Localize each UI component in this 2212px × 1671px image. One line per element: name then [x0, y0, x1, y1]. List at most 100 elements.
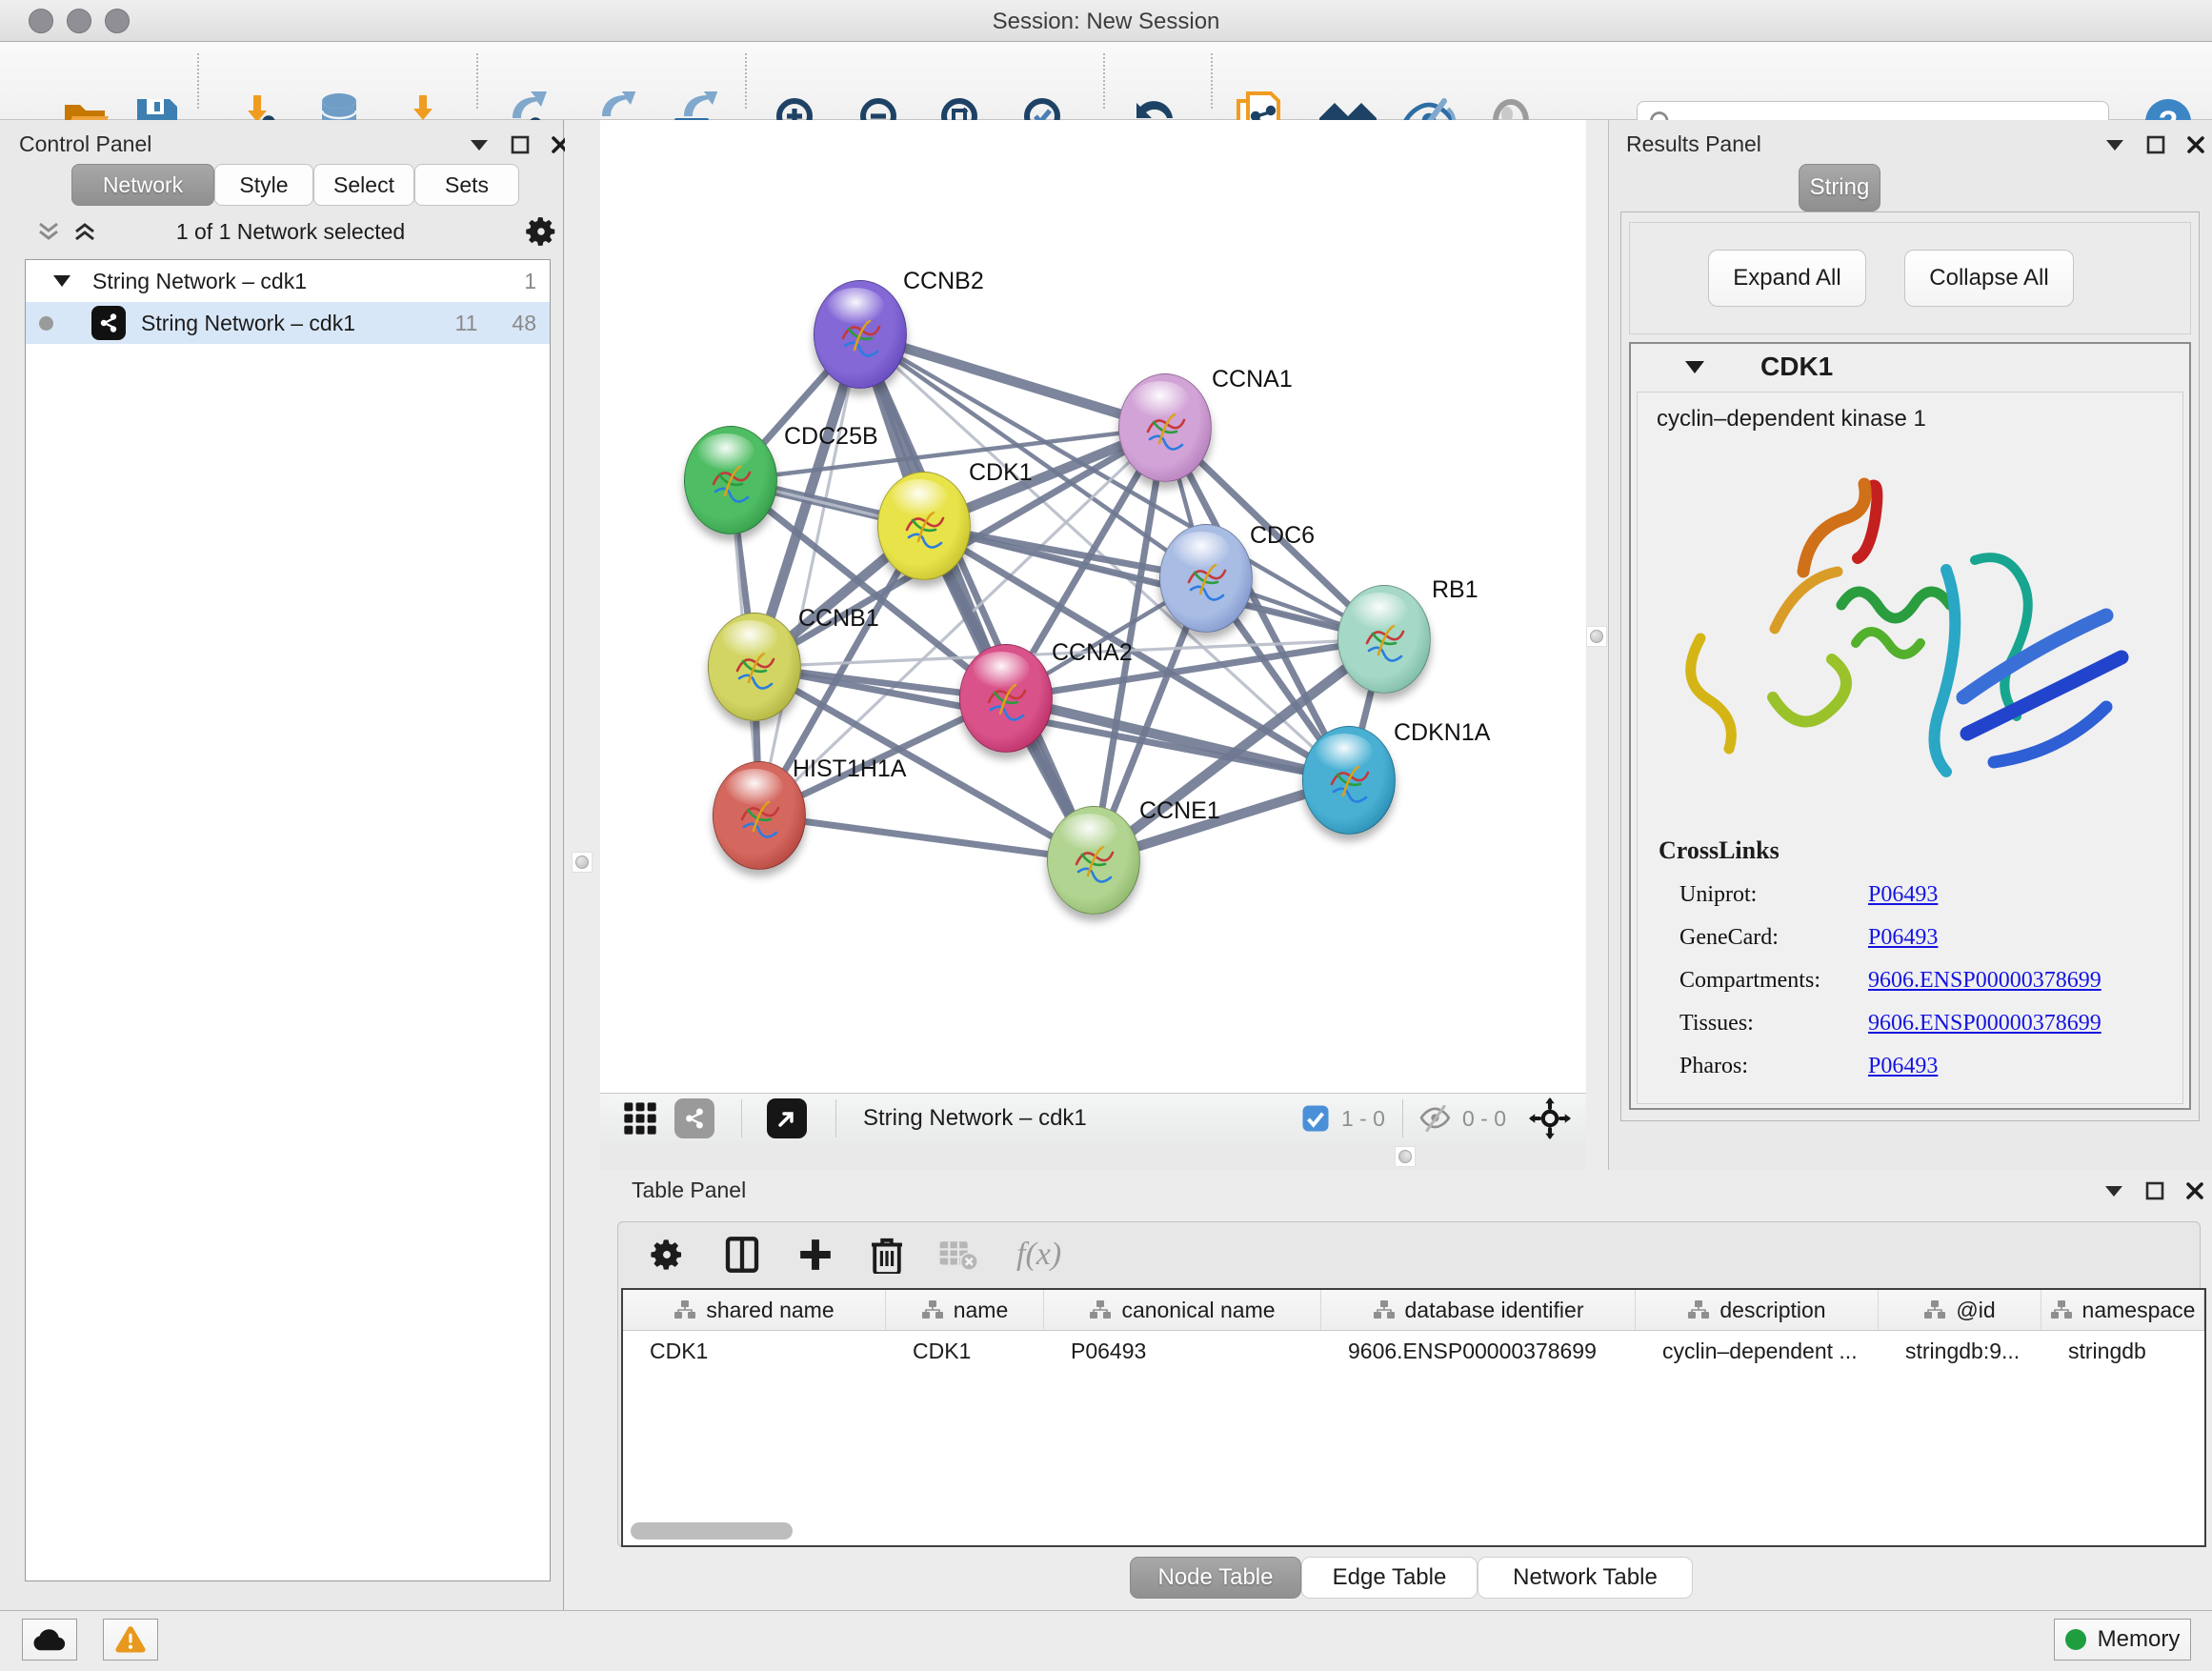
crosslink-label: GeneCard:	[1679, 925, 1868, 951]
table-row[interactable]: CDK1CDK1P064939606.ENSP00000378699cyclin…	[623, 1331, 2204, 1372]
show-columns-icon[interactable]	[723, 1236, 761, 1274]
crosslink-row: Pharos:P06493	[1679, 1054, 2182, 1079]
crosslink-link[interactable]: P06493	[1868, 882, 1938, 908]
grid-view-icon[interactable]	[621, 1099, 659, 1137]
node-CCNB2[interactable]	[814, 280, 907, 389]
warning-icon	[114, 1625, 147, 1654]
node-CCNA1[interactable]	[1118, 373, 1212, 482]
tab-network-table[interactable]: Network Table	[1478, 1557, 1693, 1599]
crosslinks-heading: CrossLinks	[1659, 836, 2182, 865]
gene-section-header[interactable]: CDK1	[1631, 344, 2189, 390]
column-header-shared-name[interactable]: shared name	[623, 1290, 886, 1330]
collapse-all-button[interactable]: Collapse All	[1904, 250, 2074, 307]
selected-checkbox-icon[interactable]	[1301, 1104, 1330, 1133]
column-header-namespace[interactable]: namespace	[2041, 1290, 2204, 1330]
column-header-database-identifier[interactable]: database identifier	[1321, 1290, 1636, 1330]
network-edge-count: 48	[512, 311, 536, 336]
cell-database-identifier[interactable]: 9606.ENSP00000378699	[1321, 1331, 1636, 1372]
toolbar-separator	[476, 53, 478, 109]
control-panel-tabs: Network Style Select Sets	[71, 164, 519, 206]
crosslink-row: Compartments:9606.ENSP00000378699	[1679, 968, 2182, 994]
crosslink-row: Tissues:9606.ENSP00000378699	[1679, 1011, 2182, 1037]
gene-collapse-icon	[1684, 360, 1705, 374]
memory-button[interactable]: Memory	[2054, 1619, 2191, 1661]
tab-style[interactable]: Style	[214, 164, 313, 206]
delete-table-icon[interactable]	[938, 1238, 978, 1271]
cell-description[interactable]: cyclin–dependent ...	[1636, 1331, 1879, 1372]
node-label-CCNB2: CCNB2	[903, 268, 984, 295]
crosslink-link[interactable]: 9606.ENSP00000378699	[1868, 968, 2101, 994]
panel-float-icon[interactable]	[511, 135, 530, 154]
cell-canonical-name[interactable]: P06493	[1044, 1331, 1321, 1372]
node-CDK1[interactable]	[877, 472, 971, 580]
current-network-dot-icon	[39, 316, 53, 331]
node-CCNE1[interactable]	[1047, 806, 1140, 915]
collapse-all-networks-icon[interactable]	[36, 219, 61, 244]
column-header-canonical-name[interactable]: canonical name	[1044, 1290, 1321, 1330]
crosslink-link[interactable]: 9606.ENSP00000378699	[1868, 1011, 2101, 1037]
add-column-icon[interactable]	[797, 1237, 834, 1273]
crosslink-label: Uniprot:	[1679, 882, 1868, 908]
gene-symbol: CDK1	[1760, 352, 1833, 382]
node-CCNB1[interactable]	[708, 613, 801, 721]
column-header-@id[interactable]: @id	[1879, 1290, 2041, 1330]
node-CDC25B[interactable]	[684, 426, 777, 534]
node-CDC6[interactable]	[1159, 524, 1253, 633]
horizontal-splitter-handle[interactable]	[1395, 1146, 1416, 1167]
expand-all-button[interactable]: Expand All	[1708, 250, 1866, 307]
warnings-button[interactable]	[103, 1619, 158, 1661]
tab-string[interactable]: String	[1799, 164, 1880, 211]
crosslink-label: Pharos:	[1679, 1054, 1868, 1079]
pan-mode-icon[interactable]	[1529, 1097, 1571, 1139]
crosslink-label: Compartments:	[1679, 968, 1868, 994]
crosslinks-list: Uniprot:P06493GeneCard:P06493Compartment…	[1679, 882, 2182, 1079]
table-gear-icon[interactable]	[649, 1237, 685, 1273]
panel-menu-icon[interactable]	[2103, 1184, 2124, 1198]
network-panel-gear-icon[interactable]	[524, 214, 558, 249]
panel-close-icon[interactable]	[2185, 1181, 2204, 1200]
node-label-CCNB1: CCNB1	[798, 605, 879, 633]
right-splitter-handle[interactable]	[1586, 626, 1607, 647]
node-label-CCNE1: CCNE1	[1139, 797, 1220, 825]
results-panel: Results Panel String Expand All Collapse…	[1608, 120, 2212, 1170]
crosslink-row: GeneCard:P06493	[1679, 925, 2182, 951]
open-in-new-window-icon[interactable]	[767, 1098, 807, 1138]
cell-namespace[interactable]: stringdb	[2041, 1331, 2204, 1372]
node-label-CDC6: CDC6	[1250, 522, 1315, 550]
cell-@id[interactable]: stringdb:9...	[1879, 1331, 2041, 1372]
hidden-eye-slash-icon[interactable]	[1418, 1104, 1453, 1133]
network-collection-row[interactable]: String Network – cdk1 1	[26, 260, 550, 302]
protein-structure-image	[1660, 448, 2156, 819]
tab-node-table[interactable]: Node Table	[1130, 1557, 1301, 1599]
tab-select[interactable]: Select	[313, 164, 414, 206]
control-panel-title: Control Panel	[19, 131, 151, 157]
left-splitter-handle[interactable]	[572, 852, 593, 873]
node-CDKN1A[interactable]	[1302, 726, 1396, 835]
panel-close-icon[interactable]	[2186, 135, 2205, 154]
horizontal-scrollbar[interactable]	[631, 1522, 793, 1540]
tab-network[interactable]: Network	[71, 164, 214, 206]
node-RB1[interactable]	[1337, 585, 1431, 694]
column-header-description[interactable]: description	[1636, 1290, 1879, 1330]
tab-sets[interactable]: Sets	[414, 164, 519, 206]
string-network-icon	[91, 306, 126, 340]
panel-menu-icon[interactable]	[469, 138, 490, 151]
panel-float-icon[interactable]	[2145, 1181, 2164, 1200]
node-CCNA2[interactable]	[959, 644, 1053, 753]
cell-shared-name[interactable]: CDK1	[623, 1331, 886, 1372]
crosslink-link[interactable]: P06493	[1868, 925, 1938, 951]
network-row-selected[interactable]: String Network – cdk1 11 48	[26, 302, 550, 344]
function-builder-icon[interactable]: f(x)	[1016, 1237, 1061, 1273]
tab-edge-table[interactable]: Edge Table	[1301, 1557, 1478, 1599]
crosslink-link[interactable]: P06493	[1868, 1054, 1938, 1079]
column-header-name[interactable]: name	[886, 1290, 1044, 1330]
string-view-icon[interactable]	[674, 1098, 714, 1138]
edge-HIST1H1A-CCNE1	[759, 815, 1094, 860]
delete-column-trash-icon[interactable]	[870, 1236, 904, 1274]
cloud-status-button[interactable]	[22, 1619, 77, 1661]
cell-name[interactable]: CDK1	[886, 1331, 1044, 1372]
panel-menu-icon[interactable]	[2104, 138, 2125, 151]
expand-all-networks-icon[interactable]	[72, 219, 97, 244]
network-canvas[interactable]: CCNB2CCNA1CDC25BCDK1CDC6RB1CCNB1CCNA2CDK…	[600, 120, 1586, 1093]
panel-float-icon[interactable]	[2146, 135, 2165, 154]
